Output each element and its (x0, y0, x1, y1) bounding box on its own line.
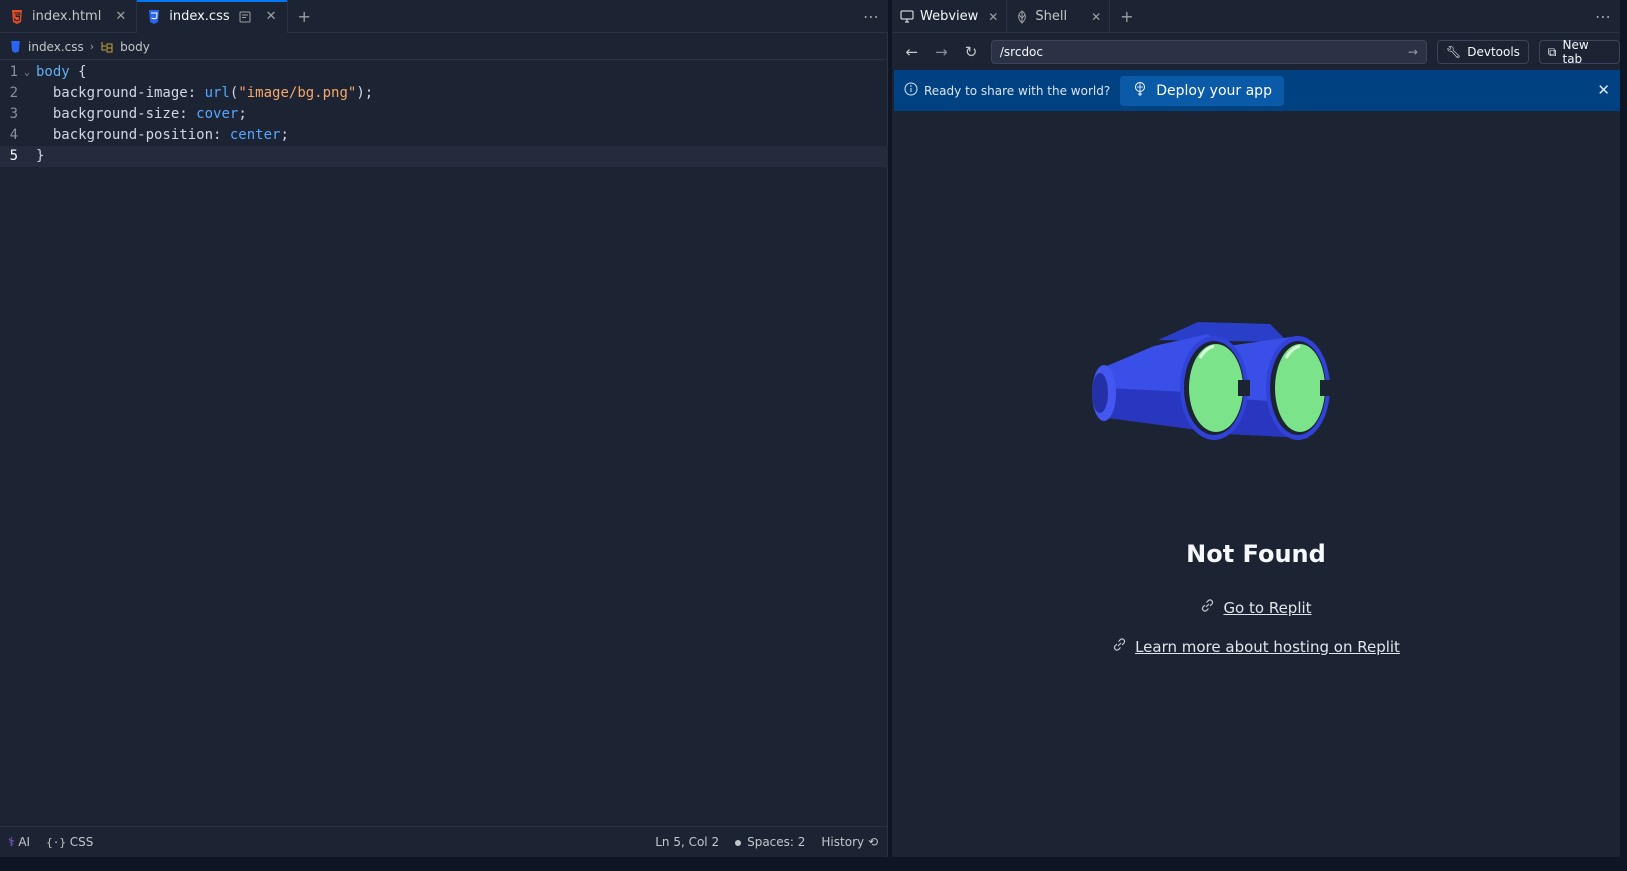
preview-icon[interactable] (238, 10, 252, 24)
editor-pane: index.html ✕ index.css ✕ + ⋯ index.css ›… (0, 0, 888, 857)
editor-tab-bar: index.html ✕ index.css ✕ + ⋯ (0, 0, 888, 33)
banner-text: Ready to share with the world? (924, 83, 1111, 98)
ai-icon: ⚕ (8, 835, 15, 849)
external-link-icon: ⧉ (1547, 44, 1557, 59)
deploy-app-button[interactable]: Deploy your app (1120, 75, 1284, 106)
back-arrow-icon[interactable]: ← (902, 43, 922, 61)
new-tab-plus-icon[interactable]: + (288, 0, 321, 32)
tab-label: Shell (1035, 9, 1068, 24)
line-number: 5 (9, 148, 18, 164)
go-to-replit-link[interactable]: Go to Replit (892, 598, 1620, 617)
not-found-title: Not Found (1186, 540, 1326, 568)
window-bottom-strip (0, 857, 1627, 871)
chevron-right-icon: › (89, 40, 95, 53)
close-icon[interactable]: ✕ (266, 9, 277, 24)
url-input[interactable]: /srcdoc → (990, 40, 1427, 64)
devtools-button[interactable]: 🔧︎ Devtools (1436, 40, 1529, 64)
link-icon (1200, 598, 1215, 617)
code-line[interactable]: 3 background-size: cover; (0, 104, 888, 125)
deploy-icon (1132, 81, 1148, 101)
link-icon (1112, 637, 1127, 656)
line-number: 3 (9, 106, 18, 122)
symbol-tree-icon (100, 40, 114, 54)
code-line[interactable]: 1 ⌄ body { (0, 62, 888, 83)
code-editor[interactable]: 1 ⌄ body { 2 background-image: url("imag… (0, 62, 888, 167)
breadcrumb-file[interactable]: index.css (28, 40, 84, 54)
shell-icon (1015, 9, 1029, 24)
line-number: 2 (9, 85, 18, 101)
code-text: background-image: url("image/bg.png"); (36, 85, 374, 101)
braces-icon: {·} (46, 836, 66, 849)
binoculars-illustration (1092, 322, 1332, 440)
code-text: body { (36, 64, 87, 80)
code-text: background-position: center; (36, 127, 289, 143)
tab-index-css[interactable]: index.css ✕ (137, 0, 288, 33)
more-options-icon[interactable]: ⋯ (1595, 7, 1612, 26)
css3-icon (147, 9, 161, 24)
webview-pane: Webview ✕ Shell ✕ + ⋯ ← → ↻ /srcdoc → 🔧︎… (892, 0, 1620, 857)
cursor-position[interactable]: Ln 5, Col 2 (655, 835, 719, 849)
css3-icon (8, 40, 22, 54)
tab-label: index.css (169, 9, 230, 24)
url-bar-row: ← → ↻ /srcdoc → 🔧︎ Devtools ⧉ New tab (892, 35, 1620, 69)
code-line-current[interactable]: 5 } (0, 146, 888, 167)
line-number: 1 (9, 64, 18, 80)
ai-button[interactable]: ⚕ AI (8, 835, 30, 849)
unsaved-dot-icon (735, 839, 742, 846)
tab-index-html[interactable]: index.html ✕ (0, 0, 138, 33)
forward-arrow-icon[interactable]: → (932, 43, 952, 61)
code-line[interactable]: 2 background-image: url("image/bg.png"); (0, 83, 888, 104)
new-tab-plus-icon[interactable]: + (1110, 0, 1143, 32)
code-text: background-size: cover; (36, 106, 247, 122)
close-icon[interactable]: ✕ (115, 9, 126, 24)
indentation-indicator[interactable]: Spaces: 2 (735, 835, 805, 849)
status-bar: ⚕ AI {·} CSS Ln 5, Col 2 Spaces: 2 Histo… (0, 826, 888, 857)
fold-chevron-icon[interactable]: ⌄ (18, 62, 36, 83)
close-icon[interactable]: ✕ (1091, 10, 1101, 24)
learn-more-hosting-link[interactable]: Learn more about hosting on Replit (892, 637, 1620, 656)
monitor-icon (900, 10, 914, 24)
close-banner-icon[interactable]: ✕ (1597, 81, 1610, 99)
webview-tab-bar: Webview ✕ Shell ✕ + ⋯ (892, 0, 1620, 33)
refresh-icon[interactable]: ↻ (961, 43, 981, 61)
language-indicator[interactable]: {·} CSS (46, 835, 93, 849)
history-button[interactable]: History ⟲ (821, 835, 878, 849)
go-arrow-icon[interactable]: → (1408, 45, 1418, 59)
close-icon[interactable]: ✕ (988, 10, 998, 24)
breadcrumb-symbol[interactable]: body (120, 40, 150, 54)
deploy-banner: Ready to share with the world? Deploy yo… (894, 70, 1620, 111)
new-tab-button[interactable]: ⧉ New tab (1538, 38, 1620, 66)
tab-label: index.html (32, 9, 102, 24)
code-line[interactable]: 4 background-position: center; (0, 125, 888, 146)
breadcrumb: index.css › body (0, 34, 888, 60)
history-icon: ⟲ (867, 835, 878, 849)
tab-shell[interactable]: Shell ✕ (1007, 0, 1111, 33)
code-text: } (36, 148, 45, 164)
info-icon (904, 82, 918, 99)
line-number: 4 (9, 127, 18, 143)
html5-icon (10, 9, 24, 24)
more-options-icon[interactable]: ⋯ (863, 7, 880, 26)
url-text: /srcdoc (999, 45, 1043, 59)
tab-webview[interactable]: Webview ✕ (892, 0, 1008, 33)
wrench-icon: 🔧︎ (1445, 45, 1462, 59)
tab-label: Webview (920, 9, 979, 24)
app-window: index.html ✕ index.css ✕ + ⋯ index.css ›… (0, 0, 1627, 871)
